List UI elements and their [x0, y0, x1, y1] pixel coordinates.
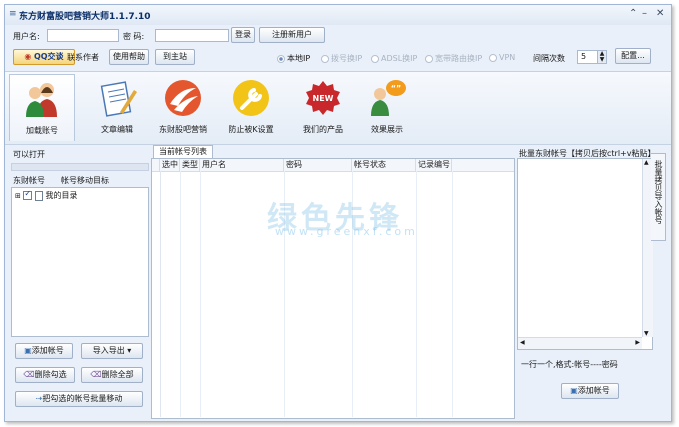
directory-tree: ⊞ 我的目录 — [11, 187, 149, 337]
add-icon: ▣ — [570, 386, 578, 395]
eraser-icon: ⌫ — [90, 370, 102, 379]
tree-node-label: 我的目录 — [45, 191, 78, 200]
spinner-icon[interactable]: ▲ ▼ — [597, 51, 606, 63]
tab-current-accounts[interactable]: 当前帐号列表 — [153, 145, 213, 158]
presenter-icon: “” — [371, 80, 406, 116]
radio-dial-ip[interactable]: 拨号换IP — [321, 53, 362, 64]
add-account-button[interactable]: ▣添加帐号 — [15, 343, 73, 359]
col-password[interactable]: 密码 — [284, 159, 352, 171]
config-button[interactable]: 配置... — [615, 48, 651, 64]
tab-batch-import-label: 批量拷贝导入帐号 — [654, 160, 663, 224]
col-selected[interactable]: 选中 — [160, 159, 180, 171]
ribbon-effect-display-label: 效果展示 — [371, 125, 403, 134]
col-account-status[interactable]: 帐号状态 — [352, 159, 416, 171]
collapse-icon[interactable]: ⌃ — [629, 8, 637, 19]
users-icon — [26, 83, 57, 117]
format-hint: 一行一个,格式:帐号----密码 — [521, 360, 618, 369]
import-export-button[interactable]: 导入导出 ▾ — [81, 343, 143, 359]
wrench-icon — [233, 80, 269, 116]
username-input[interactable] — [47, 29, 119, 42]
batch-account-textarea[interactable]: ▲ ▼ ◀ ▶ — [517, 158, 653, 350]
eraser-icon: ⌫ — [23, 370, 35, 379]
ribbon-effect-display[interactable]: “” 效果展示 — [355, 74, 419, 140]
row-indicator-head — [152, 159, 160, 171]
ribbon-anti-k-settings-label: 防止被K设置 — [228, 125, 274, 134]
left-panel-header: 可以打开 — [13, 150, 45, 159]
username-label: 用户名: — [13, 32, 40, 41]
tab-eastmoney-account[interactable]: 东财帐号 — [13, 175, 45, 186]
svg-text:NEW: NEW — [313, 94, 334, 103]
ribbon-article-edit-label: 文章编辑 — [101, 125, 133, 134]
scroll-up-icon[interactable]: ▲ — [644, 159, 649, 166]
ribbon-toolbar: 加载账号 文章编辑 东财股吧营销 防止被K设置 NEW 我们的产品 “” 效果展… — [5, 71, 671, 145]
minimize-icon[interactable]: – — [642, 8, 647, 19]
add-icon: ▣ — [24, 346, 32, 355]
delete-checked-button[interactable]: ⌫删除勾选 — [15, 367, 75, 383]
batch-move-button[interactable]: ⇢把勾选的帐号批量移动 — [15, 391, 143, 407]
ribbon-guba-marketing-label: 东财股吧营销 — [159, 125, 207, 134]
ribbon-guba-marketing[interactable]: 东财股吧营销 — [151, 74, 215, 140]
title-bar: ≡ 东方财富股吧营销大师1.1.7.10 ⌃ – ✕ — [5, 5, 671, 25]
radio-local-ip[interactable]: 本地IP — [277, 53, 310, 64]
menu-icon[interactable]: ≡ — [9, 9, 17, 19]
chevron-down-icon: ▾ — [127, 346, 132, 355]
scroll-right-icon[interactable]: ▶ — [635, 339, 640, 346]
app-title: 东方财富股吧营销大师1.1.7.10 — [19, 12, 151, 22]
document-edit-icon — [100, 81, 137, 117]
password-label: 密 码: — [123, 32, 145, 41]
ribbon-anti-k-settings[interactable]: 防止被K设置 — [219, 74, 283, 140]
col-record-no[interactable]: 记录编号 — [416, 159, 452, 171]
scroll-left-icon[interactable]: ◀ — [520, 339, 525, 346]
horizontal-scrollbar[interactable]: ◀ ▶ — [518, 337, 642, 349]
radio-adsl-ip[interactable]: ADSL换IP — [371, 53, 417, 64]
eastmoney-logo-icon — [165, 80, 201, 116]
scroll-down-icon[interactable]: ▼ — [644, 330, 649, 337]
ip-options: 本地IP 拨号换IP ADSL换IP 宽带路由换IP VPN — [5, 49, 671, 65]
folder-icon — [34, 190, 43, 201]
ribbon-article-edit[interactable]: 文章编辑 — [85, 74, 149, 140]
col-type[interactable]: 类型 — [180, 159, 200, 171]
tab-account-move-target[interactable]: 帐号移动目标 — [61, 175, 109, 186]
register-button[interactable]: 注册新用户 — [259, 27, 325, 43]
close-icon[interactable]: ✕ — [656, 8, 664, 19]
tree-node-root[interactable]: ⊞ 我的目录 — [15, 189, 78, 201]
expand-icon[interactable]: ⊞ — [15, 192, 21, 200]
new-badge-icon: NEW — [306, 81, 340, 115]
interval-label: 间隔次数 — [533, 54, 565, 63]
ribbon-load-account[interactable]: 加载账号 — [9, 74, 75, 141]
left-panel-strip — [11, 163, 149, 171]
delete-all-button[interactable]: ⌫删除全部 — [81, 367, 143, 383]
ribbon-our-products-label: 我们的产品 — [303, 125, 343, 134]
interval-input[interactable]: 5 ▲ ▼ — [577, 50, 607, 64]
watermark-url: www.greenxf.com — [275, 225, 418, 238]
interval-value: 5 — [581, 52, 587, 61]
table-header: 选中 类型 用户名 密码 帐号状态 记录编号 — [152, 159, 514, 172]
radio-vpn[interactable]: VPN — [489, 53, 515, 62]
tree-node-checkbox[interactable] — [23, 189, 33, 200]
right-add-account-button[interactable]: ▣添加帐号 — [561, 383, 619, 399]
radio-router-ip[interactable]: 宽带路由换IP — [425, 53, 482, 64]
login-button[interactable]: 登录 — [231, 27, 255, 43]
ribbon-our-products[interactable]: NEW 我们的产品 — [291, 74, 355, 140]
password-input[interactable] — [155, 29, 229, 42]
main-window: ≡ 东方财富股吧营销大师1.1.7.10 ⌃ – ✕ 用户名: 密 码: 登录 … — [4, 4, 672, 422]
svg-text:“”: “” — [391, 84, 402, 93]
ribbon-load-account-label: 加载账号 — [26, 126, 58, 135]
tab-batch-import[interactable]: 批量拷贝导入帐号 — [651, 153, 666, 241]
col-username[interactable]: 用户名 — [200, 159, 284, 171]
